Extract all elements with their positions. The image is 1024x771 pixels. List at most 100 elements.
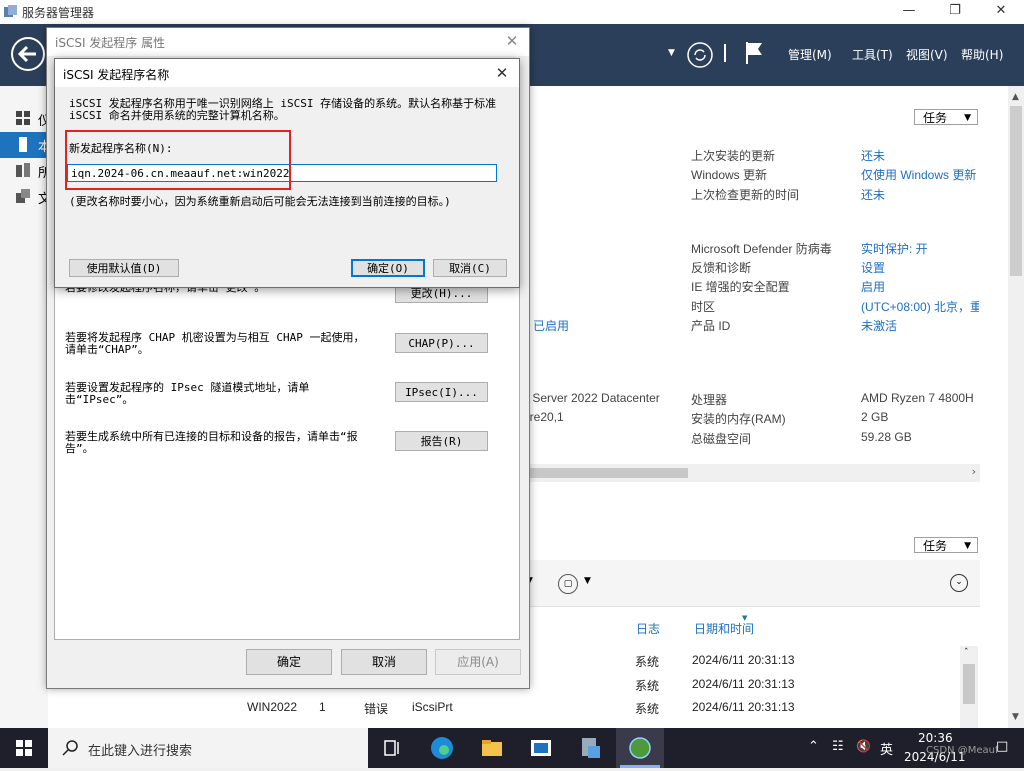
server-manager-taskbar-icon[interactable] [527,734,555,762]
iscsi-initiator-taskbar-icon[interactable] [576,734,604,762]
use-default-button[interactable]: 使用默认值(D) [69,259,179,277]
chap-button[interactable]: CHAP(P)... [395,333,488,353]
prop-label-processor: 处理器 [691,393,728,407]
ime-indicator[interactable]: 英 [880,739,893,758]
event-row-3-id: 1 [319,700,326,714]
minimize-button[interactable]: — [886,0,932,24]
nav-local-server[interactable]: 本 [0,132,51,158]
main-scroll-up-icon[interactable]: ▲ [1012,92,1019,102]
search-icon [62,739,80,757]
horizontal-scrollbar[interactable]: › [518,464,980,482]
events-filter-bar: ▼ ▢ ▼ ⌄ [518,560,980,607]
prop-value-windows-update[interactable]: 仅使用 Windows 更新 [861,166,979,183]
file-explorer-icon[interactable] [478,734,506,762]
tasks-dropdown-events[interactable]: 任务 ▼ [914,537,978,553]
ipsec-text: 若要设置发起程序的 IPsec 隧道模式地址，请单击“IPsec”。 [65,381,310,406]
menu-manage[interactable]: 管理(M) [788,46,832,63]
nav-file-services[interactable]: 文 [0,184,51,210]
taskbar: 在此键入进行搜索 ⌃ ☷ 🔇 英 20:36 2024/6/11 CSDN @M… [0,728,1024,768]
event-row-2-time: 2024/6/11 20:31:13 [692,677,795,691]
main-scrollbar-thumb[interactable] [1010,106,1022,276]
taskbar-search-box[interactable]: 在此键入进行搜索 [48,728,368,768]
iscsi-properties-close-icon[interactable]: ✕ [501,30,523,52]
maximize-button[interactable]: ❐ [932,0,978,24]
event-row-3-log: 系统 [635,702,660,716]
scrollbar-thumb[interactable] [518,468,688,478]
ipsec-button[interactable]: IPsec(I)... [395,382,488,402]
nav-all-servers[interactable]: 所 [0,158,51,184]
save-query-caret-icon[interactable]: ▼ [584,576,591,586]
report-button[interactable]: 报告(R) [395,431,488,451]
prop-value-ie-esc[interactable]: 启用 [861,278,885,295]
prop-label-windows-update: Windows 更新 [691,168,768,182]
notification-flag-icon[interactable] [744,40,766,66]
nav-dashboard[interactable]: 仪 [0,106,51,132]
prop-value-ram: 2 GB [861,410,889,424]
event-row-3-time: 2024/6/11 20:31:13 [692,700,795,714]
chap-text: 若要将发起程序 CHAP 机密设置为与相互 CHAP 一起使用，请单击“CHAP… [65,331,365,356]
network-tray-icon[interactable]: ☷ [832,739,844,754]
clock-time[interactable]: 20:36 [918,731,953,745]
main-scroll-down-icon[interactable]: ▼ [1012,712,1019,722]
main-vertical-scrollbar[interactable]: ▲ ▼ [1008,86,1024,728]
tasks-label-events: 任务 [923,539,948,553]
refresh-icon[interactable] [686,41,714,69]
back-arrow-icon[interactable] [10,36,46,72]
tasks-label: 任务 [923,111,948,125]
properties-ok-button[interactable]: 确定 [246,649,332,675]
event-row-1-log: 系统 [635,655,660,669]
prop-value-product-id[interactable]: 未激活 [861,317,897,334]
prop-value-feedback[interactable]: 设置 [861,259,885,276]
menu-help[interactable]: 帮助(H) [961,46,1003,63]
show-hidden-icons-icon[interactable]: ⌃ [808,739,819,754]
menu-tools[interactable]: 工具(T) [852,46,893,63]
events-scrollbar-thumb[interactable] [963,664,975,704]
notification-center-icon[interactable]: □ [996,739,1008,754]
name-ok-button[interactable]: 确定(O) [351,259,425,277]
prop-value-last-installed[interactable]: 还未 [861,147,885,164]
event-row-3-server: WIN2022 [247,700,298,714]
server-icon [19,137,27,152]
prop-value-defender[interactable]: 实时保护: 开 [861,240,928,257]
prop-value-timezone[interactable]: (UTC+08:00) 北京，重 [861,298,979,315]
tasks-dropdown-top[interactable]: 任务 ▼ [914,109,978,125]
event-row-3-level: 错误 [364,702,389,716]
scroll-right-arrow-icon[interactable]: › [972,465,976,478]
name-cancel-button[interactable]: 取消(C) [433,259,507,277]
prop-label-timezone: 时区 [691,300,716,314]
server-manager-titlebar: 服务器管理器 — ❐ ✕ [0,0,1024,24]
prop-value-processor: AMD Ryzen 7 4800H [861,391,974,405]
properties-cancel-button[interactable]: 取消 [341,649,427,675]
chevron-down-icon: ▼ [964,541,971,551]
separator [724,44,726,62]
prop-label-product-id: 产品 ID [691,319,731,333]
start-button[interactable] [0,728,48,768]
expand-chevron-icon[interactable]: ⌄ [950,574,968,592]
windows-logo-icon [16,740,32,756]
search-placeholder: 在此键入进行搜索 [88,744,193,759]
save-query-icon[interactable]: ▢ [558,574,578,594]
events-column-log[interactable]: 日志 [636,620,660,637]
events-vertical-scrollbar[interactable]: ˆ [960,646,978,728]
initiator-name-close-icon[interactable]: ✕ [491,62,513,84]
window-title: 服务器管理器 [22,6,95,20]
dropdown-caret-icon[interactable]: ▼ [668,48,675,58]
event-row-3-source: iScsiPrt [412,700,453,714]
iscsi-properties-title: iSCSI 发起程序 属性 [55,36,166,50]
network-globe-icon [629,737,651,759]
prop-label-ie-esc: IE 增强的安全配置 [691,280,790,294]
edge-browser-icon[interactable] [428,734,456,762]
volume-muted-icon[interactable]: 🔇 [856,739,871,753]
sort-arrow-icon: ▼ [742,614,748,622]
prop-value-last-check[interactable]: 还未 [861,186,885,203]
menu-view[interactable]: 视图(V) [906,46,948,63]
close-window-button[interactable]: ✕ [978,0,1024,24]
active-app-highlight[interactable] [616,728,664,768]
task-view-icon[interactable] [378,734,406,762]
chevron-down-icon: ▼ [964,113,971,123]
properties-apply-button[interactable]: 应用(A) [435,649,521,675]
scroll-up-arrow-icon[interactable]: ˆ [964,648,969,658]
events-column-datetime[interactable]: 日期和时间 [694,620,754,637]
dashboard-icon [16,111,30,125]
initiator-name-titlebar: iSCSI 发起程序名称 ✕ [55,59,519,87]
